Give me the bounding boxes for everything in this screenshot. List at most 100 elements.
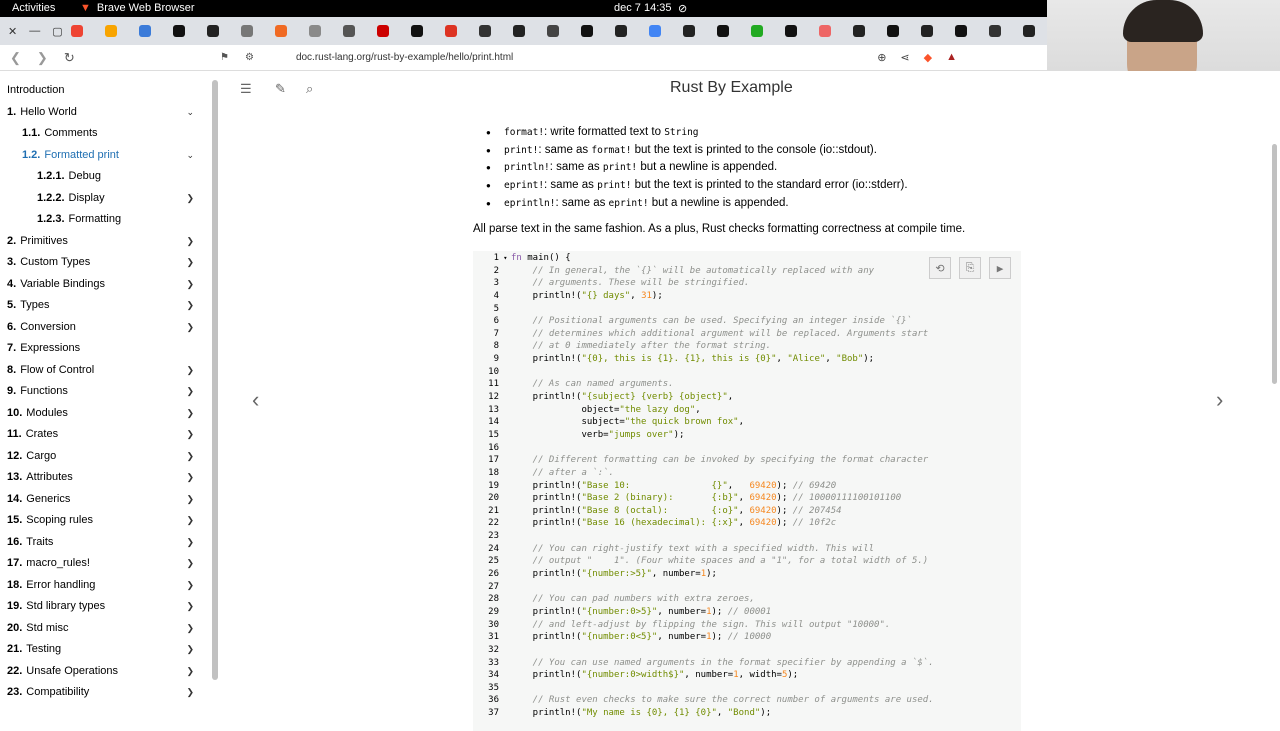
browser-tab[interactable] <box>332 19 366 43</box>
browser-tab[interactable] <box>978 19 1012 43</box>
browser-tab[interactable] <box>604 19 638 43</box>
browser-tab[interactable] <box>944 19 978 43</box>
code-block[interactable]: ⟲ ⎘ ▶ 1 ▾ fn main() {2 // In general, the… <box>473 251 1021 731</box>
sidebar-item[interactable]: 17. macro_rules! ❯ <box>0 553 208 575</box>
sidebar-item[interactable]: 9. Functions ❯ <box>0 381 208 403</box>
chevron-right-icon[interactable]: ❯ <box>186 596 194 618</box>
browser-tab[interactable] <box>638 19 672 43</box>
chevron-right-icon[interactable]: ❯ <box>186 424 194 446</box>
forward-icon[interactable]: ❯ <box>37 50 48 66</box>
chevron-right-icon[interactable]: ❯ <box>186 403 194 425</box>
close-window-icon[interactable]: ✕ <box>8 25 17 38</box>
chevron-right-icon[interactable]: ❯ <box>186 317 194 339</box>
browser-tab[interactable] <box>1012 19 1046 43</box>
browser-tab[interactable] <box>910 19 944 43</box>
previous-chapter-icon[interactable]: ‹ <box>252 387 259 413</box>
chevron-right-icon[interactable]: ❯ <box>186 532 194 554</box>
browser-tab[interactable] <box>434 19 468 43</box>
sidebar-item[interactable]: Introduction <box>0 80 208 102</box>
sidebar-item[interactable]: 14. Generics ❯ <box>0 489 208 511</box>
url-field[interactable]: doc.rust-lang.org/rust-by-example/hello/… <box>296 52 513 63</box>
chevron-right-icon[interactable]: ❯ <box>186 360 194 382</box>
chevron-right-icon[interactable]: ❯ <box>186 446 194 468</box>
sidebar-item[interactable]: 3. Custom Types ❯ <box>0 252 208 274</box>
sidebar-item[interactable]: 1.2.1. Debug <box>0 166 208 188</box>
sidebar-item[interactable]: 18. Error handling ❯ <box>0 575 208 597</box>
sidebar-item[interactable]: 16. Traits ❯ <box>0 532 208 554</box>
sidebar-item[interactable]: 21. Testing ❯ <box>0 639 208 661</box>
sidebar-item[interactable]: 11. Crates ❯ <box>0 424 208 446</box>
zoom-icon[interactable]: ⊕ <box>877 51 886 64</box>
browser-tab[interactable] <box>876 19 910 43</box>
next-chapter-icon[interactable]: › <box>1216 387 1223 413</box>
browser-tab[interactable] <box>196 19 230 43</box>
browser-tab[interactable] <box>128 19 162 43</box>
browser-tab[interactable] <box>842 19 876 43</box>
minimize-window-icon[interactable]: — <box>29 25 40 38</box>
browser-tab[interactable] <box>298 19 332 43</box>
brave-rewards-icon[interactable]: ▲ <box>946 51 957 64</box>
search-icon[interactable]: ⌕ <box>306 81 313 97</box>
menu-icon[interactable]: ☰ <box>240 81 252 97</box>
sidebar-item[interactable]: 4. Variable Bindings ❯ <box>0 274 208 296</box>
browser-tab[interactable] <box>468 19 502 43</box>
chevron-right-icon[interactable]: ❯ <box>186 489 194 511</box>
chevron-down-icon[interactable]: ⌄ <box>186 102 194 124</box>
browser-tab[interactable] <box>162 19 196 43</box>
sidebar-item[interactable]: 19. Std library types ❯ <box>0 596 208 618</box>
browser-tab[interactable] <box>502 19 536 43</box>
chevron-right-icon[interactable]: ❯ <box>186 231 194 253</box>
browser-tab[interactable] <box>774 19 808 43</box>
browser-tab[interactable] <box>740 19 774 43</box>
sidebar-item[interactable]: 1.2. Formatted print ⌄ <box>0 145 208 167</box>
chevron-right-icon[interactable]: ❯ <box>186 252 194 274</box>
sidebar-item[interactable]: 10. Modules ❯ <box>0 403 208 425</box>
sidebar-item[interactable]: 8. Flow of Control ❯ <box>0 360 208 382</box>
browser-tab[interactable] <box>672 19 706 43</box>
sidebar-item[interactable]: 1.2.3. Formatting <box>0 209 208 231</box>
chevron-right-icon[interactable]: ❯ <box>186 618 194 640</box>
browser-tab[interactable] <box>570 19 604 43</box>
browser-tab[interactable] <box>400 19 434 43</box>
sidebar-item[interactable]: 1. Hello World ⌄ <box>0 102 208 124</box>
chevron-right-icon[interactable]: ❯ <box>186 295 194 317</box>
sidebar-item[interactable]: 6. Conversion ❯ <box>0 317 208 339</box>
chevron-right-icon[interactable]: ❯ <box>186 274 194 296</box>
sidebar-item[interactable]: 12. Cargo ❯ <box>0 446 208 468</box>
chevron-right-icon[interactable]: ❯ <box>186 553 194 575</box>
brave-shields-icon[interactable]: ◆ <box>924 51 932 64</box>
sidebar-item[interactable]: 15. Scoping rules ❯ <box>0 510 208 532</box>
chevron-right-icon[interactable]: ❯ <box>186 575 194 597</box>
chevron-right-icon[interactable]: ❯ <box>186 381 194 403</box>
sidebar-item[interactable]: 13. Attributes ❯ <box>0 467 208 489</box>
sidebar-item[interactable]: 20. Std misc ❯ <box>0 618 208 640</box>
clock[interactable]: dec 7 14:35 <box>614 2 672 14</box>
sidebar-item[interactable]: 22. Unsafe Operations ❯ <box>0 661 208 683</box>
browser-tab[interactable] <box>94 19 128 43</box>
browser-tab[interactable] <box>230 19 264 43</box>
chevron-right-icon[interactable]: ❯ <box>186 188 194 210</box>
reload-icon[interactable]: ↻ <box>64 50 75 66</box>
browser-tab[interactable] <box>808 19 842 43</box>
sidebar-item[interactable]: 5. Types ❯ <box>0 295 208 317</box>
sidebar-item[interactable]: 23. Compatibility ❯ <box>0 682 208 704</box>
chevron-right-icon[interactable]: ❯ <box>186 510 194 532</box>
theme-brush-icon[interactable]: ✎ <box>275 81 286 97</box>
browser-tab[interactable] <box>706 19 740 43</box>
browser-tab[interactable] <box>60 19 94 43</box>
chevron-right-icon[interactable]: ❯ <box>186 467 194 489</box>
sidebar-item[interactable]: 2. Primitives ❯ <box>0 231 208 253</box>
browser-tab[interactable] <box>264 19 298 43</box>
chevron-right-icon[interactable]: ❯ <box>186 661 194 683</box>
browser-tab[interactable] <box>536 19 570 43</box>
share-icon[interactable]: ⋖ <box>900 51 909 64</box>
back-icon[interactable]: ❮ <box>10 50 21 66</box>
app-menu[interactable]: ▼ Brave Web Browser <box>80 2 195 14</box>
bookmark-icon[interactable]: ⚑ <box>220 52 229 63</box>
site-info-icon[interactable]: ⚙ <box>245 52 254 63</box>
page-scroll-thumb[interactable] <box>1272 144 1277 384</box>
activities-button[interactable]: Activities <box>12 2 55 14</box>
page-scrollbar[interactable] <box>1272 140 1278 720</box>
chevron-down-icon[interactable]: ⌄ <box>186 145 194 167</box>
chevron-right-icon[interactable]: ❯ <box>186 639 194 661</box>
